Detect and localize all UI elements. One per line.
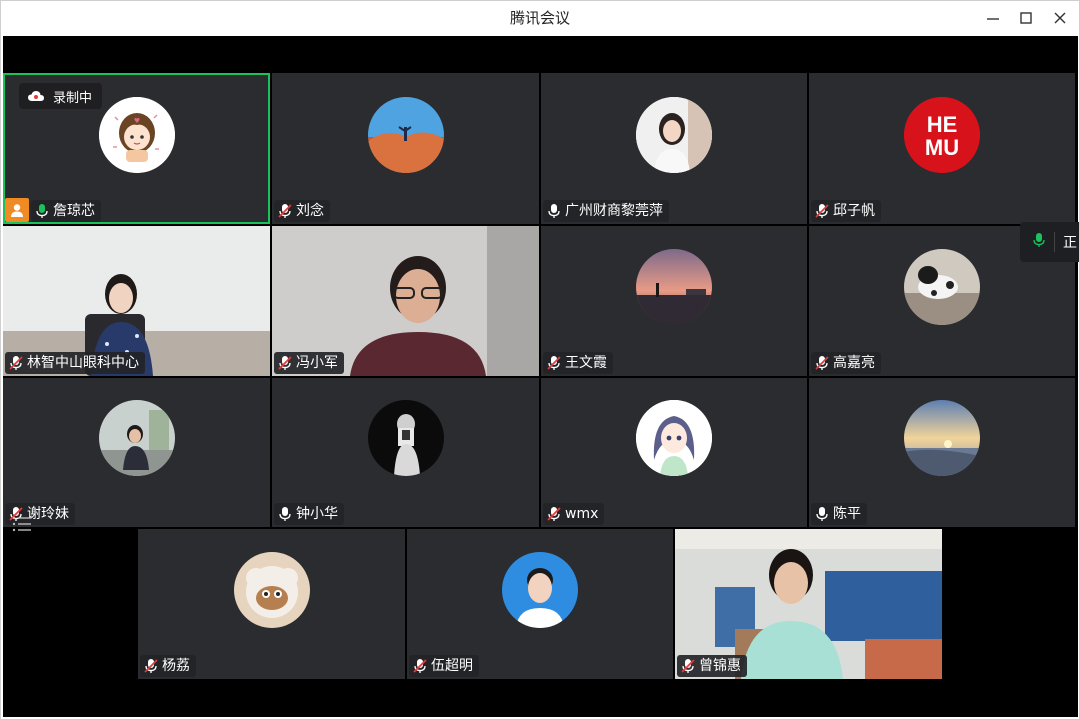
name-tag: 林智中山眼科中心 xyxy=(5,352,145,374)
maximize-button[interactable] xyxy=(1013,5,1039,31)
window-title: 腾讯会议 xyxy=(509,9,570,27)
participant-name: 伍超明 xyxy=(431,658,473,674)
recording-label: 录制中 xyxy=(53,90,93,106)
name-tag: 詹琼芯 xyxy=(31,200,101,222)
avatar xyxy=(368,400,444,476)
participant-tile[interactable]: wmx xyxy=(541,378,807,527)
avatar xyxy=(636,249,712,325)
close-icon xyxy=(1054,12,1066,24)
participant-name: 刘念 xyxy=(296,203,324,219)
svg-text:♥: ♥ xyxy=(134,117,140,125)
avatar xyxy=(368,97,444,173)
minimize-icon xyxy=(987,18,999,20)
participant-name: wmx xyxy=(565,506,599,522)
name-tag: 杨荔 xyxy=(140,655,196,677)
participant-name: 广州财商黎莞萍 xyxy=(565,203,663,219)
participant-list-toggle[interactable] xyxy=(10,514,34,534)
mic-active-icon xyxy=(1032,232,1046,252)
mic-muted-icon xyxy=(681,658,695,674)
participant-name: 杨荔 xyxy=(162,658,190,674)
mic-muted-icon xyxy=(278,355,292,371)
divider xyxy=(1054,232,1055,252)
mic-icon xyxy=(547,203,561,219)
user-icon xyxy=(11,204,23,217)
avatar xyxy=(234,552,310,628)
participant-name: 陈平 xyxy=(833,506,861,522)
minimize-button[interactable] xyxy=(980,5,1006,31)
mic-muted-icon xyxy=(815,203,829,219)
participant-tile[interactable]: ♥ 录制中 詹琼芯 xyxy=(3,73,270,224)
participant-tile[interactable]: 曾锦惠 xyxy=(675,529,942,679)
avatar: HE MU xyxy=(904,97,980,173)
avatar xyxy=(502,552,578,628)
speaking-indicator[interactable]: 正 xyxy=(1020,222,1080,262)
name-tag: 伍超明 xyxy=(409,655,479,677)
name-tag: 刘念 xyxy=(274,200,330,222)
list-icon xyxy=(12,516,31,532)
avatar: ♥ xyxy=(99,97,175,173)
participant-name: 钟小华 xyxy=(296,506,338,522)
name-tag: 曾锦惠 xyxy=(677,655,747,677)
mic-muted-icon xyxy=(413,658,427,674)
participant-name: 邱子帆 xyxy=(833,203,875,219)
speaking-text: 正 xyxy=(1063,235,1077,251)
participant-name: 林智中山眼科中心 xyxy=(27,355,139,371)
title-bar: 腾讯会议 xyxy=(0,0,1080,36)
avatar xyxy=(904,400,980,476)
mic-muted-icon xyxy=(815,355,829,371)
host-badge xyxy=(5,198,29,222)
name-tag: 陈平 xyxy=(811,503,867,525)
participant-tile[interactable]: 伍超明 xyxy=(407,529,673,679)
participant-name: 詹琼芯 xyxy=(53,203,95,219)
mic-icon xyxy=(278,506,292,522)
mic-muted-icon xyxy=(547,355,561,371)
avatar xyxy=(636,97,712,173)
mic-muted-icon xyxy=(9,355,23,371)
participant-name: 冯小军 xyxy=(296,355,338,371)
name-tag: 邱子帆 xyxy=(811,200,881,222)
maximize-icon xyxy=(1020,12,1032,24)
mic-active-icon xyxy=(35,203,49,219)
name-tag: wmx xyxy=(543,503,605,525)
avatar xyxy=(904,249,980,325)
avatar xyxy=(99,400,175,476)
participant-tile[interactable]: 刘念 xyxy=(272,73,539,224)
participant-tile[interactable]: 钟小华 xyxy=(272,378,539,527)
participant-tile[interactable]: 陈平 xyxy=(809,378,1075,527)
mic-icon xyxy=(815,506,829,522)
participant-tile[interactable]: 冯小军 xyxy=(272,226,539,376)
name-tag: 冯小军 xyxy=(274,352,344,374)
avatar-logo-text: HE xyxy=(927,112,958,137)
mic-muted-icon xyxy=(144,658,158,674)
recording-indicator[interactable]: 录制中 xyxy=(19,83,103,109)
name-tag: 高嘉亮 xyxy=(811,352,881,374)
close-button[interactable] xyxy=(1047,5,1073,31)
participant-name: 高嘉亮 xyxy=(833,355,875,371)
avatar xyxy=(636,400,712,476)
participant-tile[interactable]: HE MU 邱子帆 xyxy=(809,73,1075,224)
participant-tile[interactable]: 杨荔 xyxy=(138,529,405,679)
mic-muted-icon xyxy=(547,506,561,522)
name-tag: 钟小华 xyxy=(274,503,344,525)
participant-tile[interactable]: 广州财商黎莞萍 xyxy=(541,73,807,224)
name-tag: 广州财商黎莞萍 xyxy=(543,200,669,222)
participant-name: 曾锦惠 xyxy=(699,658,741,674)
participant-name: 王文霞 xyxy=(565,355,607,371)
name-tag: 王文霞 xyxy=(543,352,613,374)
participant-tile[interactable]: 林智中山眼科中心 xyxy=(3,226,270,376)
cloud-icon xyxy=(28,91,44,101)
svg-text:MU: MU xyxy=(925,135,959,160)
participant-tile[interactable]: 谢玲妹 xyxy=(3,378,270,527)
mic-muted-icon xyxy=(278,203,292,219)
participant-tile[interactable]: 王文霞 xyxy=(541,226,807,376)
